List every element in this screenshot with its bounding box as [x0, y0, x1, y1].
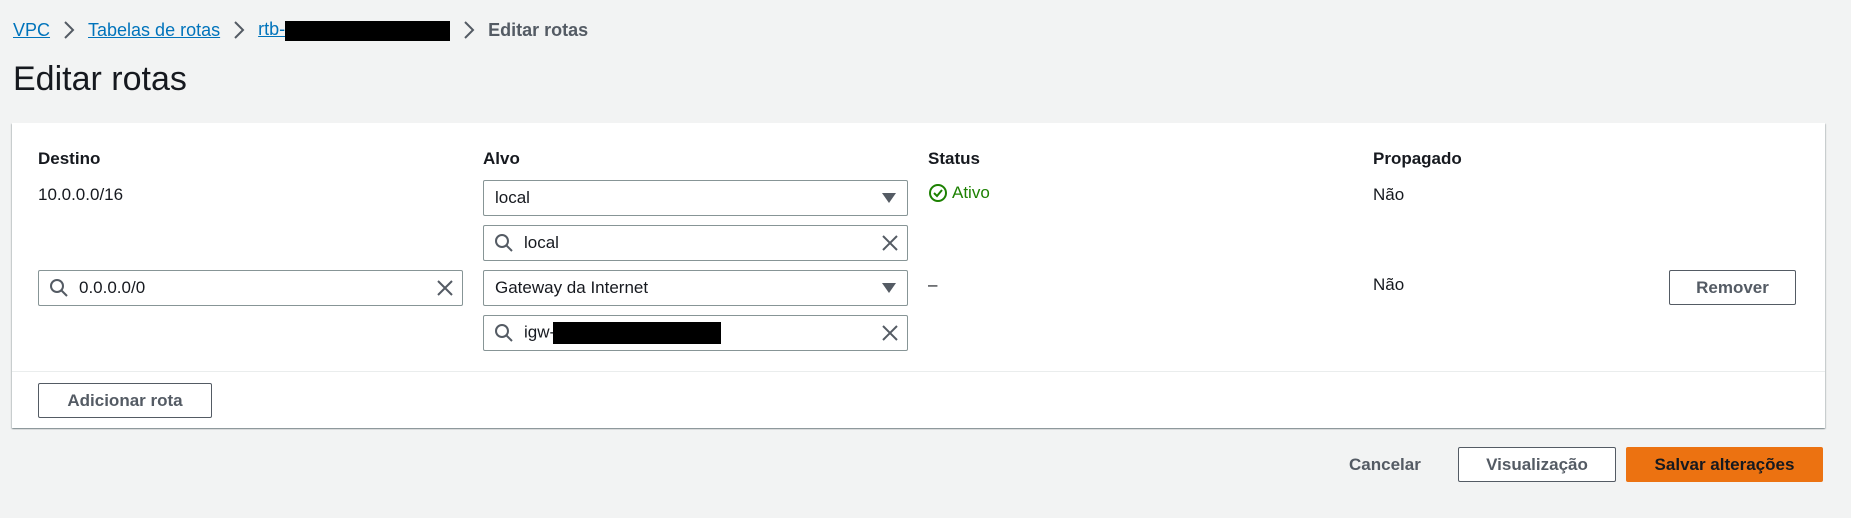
column-header-status: Status — [928, 149, 980, 168]
page-title: Editar rotas — [13, 60, 187, 98]
check-circle-icon — [929, 184, 947, 202]
cancel-button[interactable]: Cancelar — [1349, 455, 1421, 475]
breadcrumb-route-table-prefix: rtb- — [258, 19, 286, 40]
breadcrumb-vpc-link[interactable]: VPC — [13, 20, 50, 41]
clear-icon[interactable] — [873, 226, 907, 260]
target-search-prefix: igw- — [524, 322, 556, 342]
target-type-value: local — [495, 188, 530, 207]
save-changes-label: Salvar alterações — [1654, 454, 1795, 474]
column-header-target: Alvo — [483, 149, 520, 168]
caret-down-icon — [882, 193, 896, 203]
target-search-value: local — [524, 233, 559, 252]
breadcrumb-current: Editar rotas — [488, 19, 589, 40]
status-text: Ativo — [952, 183, 990, 202]
route-destination-text: 10.0.0.0/16 — [38, 185, 124, 204]
column-header-propagated: Propagado — [1373, 149, 1462, 168]
chevron-right-icon — [450, 21, 488, 39]
chevron-right-icon — [220, 21, 258, 39]
target-search-value: igw- — [524, 322, 873, 344]
target-type-select[interactable]: Gateway da Internet — [483, 270, 908, 306]
breadcrumb-route-tables-link[interactable]: Tabelas de rotas — [88, 20, 220, 41]
breadcrumb-route-table-link[interactable]: rtb- — [258, 19, 451, 41]
clear-icon[interactable] — [428, 271, 462, 305]
status-text: – — [928, 275, 938, 294]
target-search-input[interactable]: local — [483, 225, 908, 261]
preview-button[interactable]: Visualização — [1458, 447, 1616, 482]
status-badge: Ativo — [928, 183, 990, 203]
caret-down-icon — [882, 283, 896, 293]
clear-icon[interactable] — [873, 316, 907, 350]
breadcrumb: VPC Tabelas de rotas rtb- Editar rotas — [13, 19, 588, 41]
remove-route-button[interactable]: Remover — [1669, 270, 1796, 305]
column-header-destination: Destino — [38, 149, 101, 168]
search-icon — [484, 323, 524, 343]
propagated-text: Não — [1373, 185, 1405, 204]
destination-search-input[interactable]: 0.0.0.0/0 — [38, 270, 463, 306]
target-type-value: Gateway da Internet — [495, 278, 649, 297]
propagated-text: Não — [1373, 275, 1405, 294]
target-search-input[interactable]: igw- — [483, 315, 908, 351]
save-changes-button[interactable]: Salvar alterações — [1626, 447, 1823, 482]
divider — [12, 371, 1825, 372]
routes-panel: Destino Alvo Status Propagado 10.0.0.0/1… — [12, 123, 1825, 428]
search-icon — [484, 233, 524, 253]
add-route-button[interactable]: Adicionar rota — [38, 383, 212, 418]
redacted-block — [553, 322, 722, 344]
chevron-right-icon — [50, 21, 88, 39]
redacted-block — [285, 20, 451, 41]
target-type-select[interactable]: local — [483, 180, 908, 216]
destination-search-value: 0.0.0.0/0 — [79, 278, 146, 297]
search-icon — [39, 278, 79, 298]
